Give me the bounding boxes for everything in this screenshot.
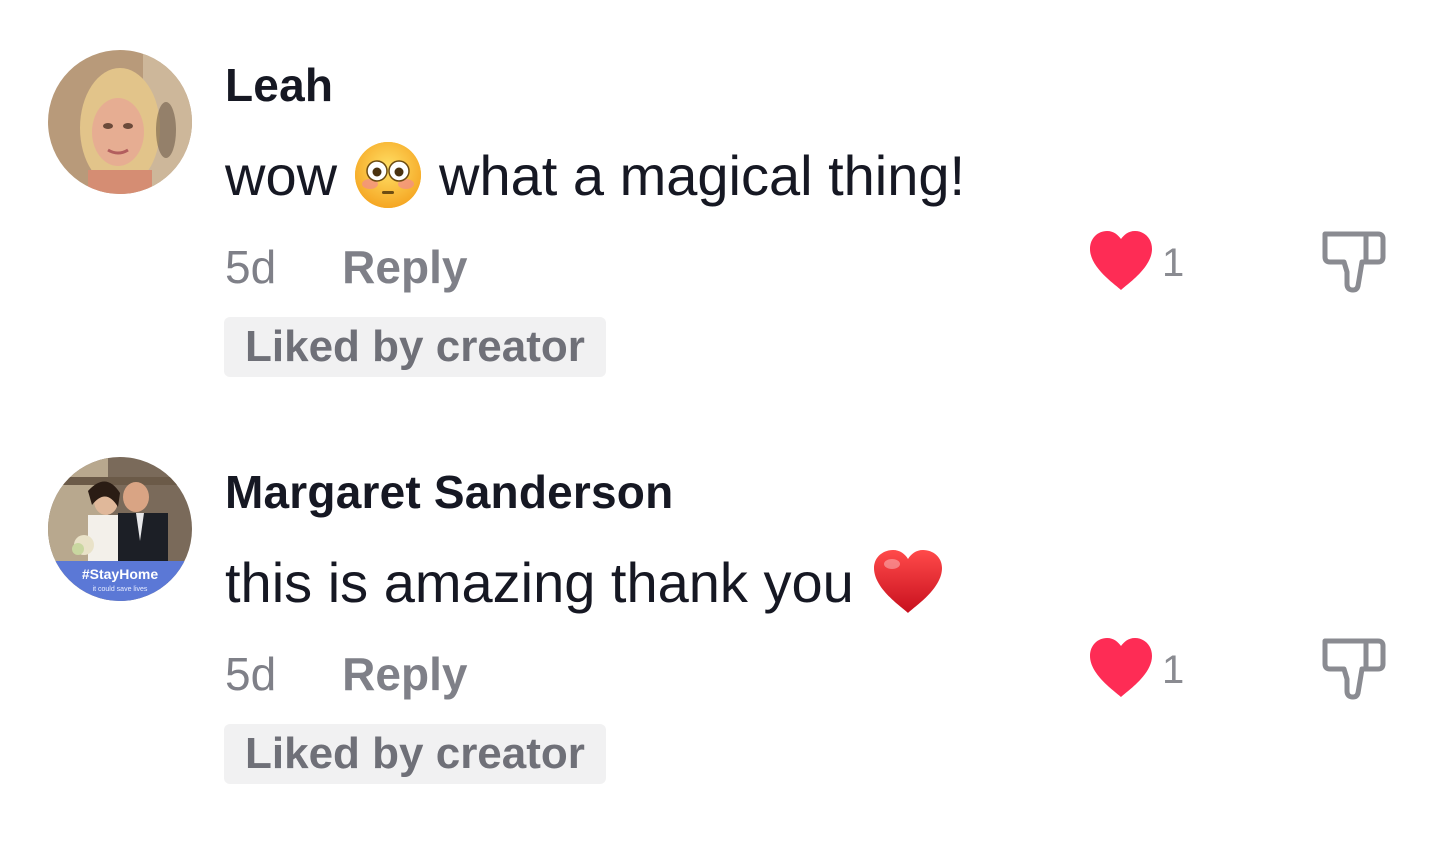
comment-text-part: this is amazing thank you [225, 550, 854, 614]
dislike-button[interactable] [1318, 228, 1388, 294]
like-button[interactable]: 1 [1086, 635, 1184, 701]
liked-by-creator-badge: Liked by creator [224, 317, 606, 377]
heart-icon [1090, 231, 1152, 290]
comment-item: #StayHome it could save lives Margaret S… [0, 407, 1439, 807]
comment-timestamp: 5d [225, 648, 277, 700]
reply-button[interactable]: Reply [342, 240, 467, 294]
avatar[interactable]: #StayHome it could save lives [48, 457, 192, 601]
like-count: 1 [1162, 647, 1185, 692]
red-heart-emoji-icon [870, 547, 946, 617]
username[interactable]: Leah [225, 58, 333, 112]
avatar-overlay-tag: #StayHome [82, 566, 158, 582]
avatar-overlay-subtext: it could save lives [93, 586, 148, 593]
liked-by-creator-badge: Liked by creator [224, 724, 606, 784]
comment-meta: 5d Reply [225, 240, 467, 294]
username[interactable]: Margaret Sanderson [225, 465, 673, 519]
avatar[interactable] [48, 50, 192, 194]
thumbs-down-icon [1322, 231, 1386, 293]
thumbs-down-icon [1322, 638, 1386, 700]
comment-item: Leah wow what a magical thing! 5d Reply … [0, 0, 1439, 400]
comment-text: this is amazing thank you [225, 547, 962, 617]
dislike-button[interactable] [1318, 635, 1388, 701]
comment-meta: 5d Reply [225, 647, 467, 701]
reply-button[interactable]: Reply [342, 647, 467, 701]
comment-text: wow what a magical thing! [225, 140, 965, 210]
like-count: 1 [1162, 240, 1185, 285]
flushed-face-emoji-icon [353, 140, 423, 210]
comment-text-part: what a magical thing! [439, 143, 966, 207]
comment-text-part: wow [225, 143, 338, 207]
heart-icon [1090, 638, 1152, 697]
comment-timestamp: 5d [225, 241, 277, 293]
like-button[interactable]: 1 [1086, 228, 1184, 294]
